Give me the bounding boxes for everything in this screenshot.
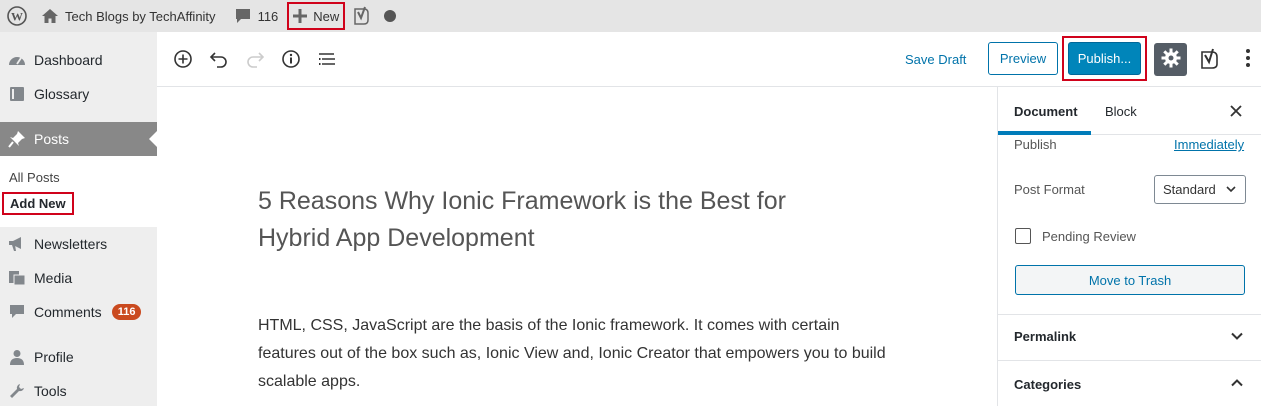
publish-date-link[interactable]: Immediately	[1174, 137, 1244, 152]
megaphone-icon	[8, 235, 26, 253]
admin-bar: W Tech Blogs by TechAffinity 116 New	[0, 0, 1261, 32]
sidebar-item-label: Dashboard	[34, 52, 103, 68]
preview-button[interactable]: Preview	[988, 42, 1058, 75]
tab-document[interactable]: Document	[1014, 104, 1078, 119]
home-icon	[41, 8, 59, 24]
sidebar-item-glossary[interactable]: Glossary	[0, 77, 157, 111]
user-icon	[8, 348, 26, 366]
sidebar-tabs: Document Block	[998, 87, 1261, 135]
yoast-icon	[352, 6, 370, 26]
publish-label: Publish	[1014, 137, 1057, 152]
sidebar-item-label: Media	[34, 270, 73, 286]
sidebar-item-label: Comments	[34, 304, 102, 320]
info-icon	[281, 49, 301, 72]
pending-review-label: Pending Review	[1042, 229, 1136, 244]
post-format-label: Post Format	[1014, 182, 1085, 197]
wordpress-logo-icon: W	[7, 6, 27, 26]
status-dot-icon	[384, 10, 397, 22]
posts-submenu: All Posts Add New	[0, 156, 157, 227]
plus-circle-icon	[173, 49, 193, 72]
editor-toolbar: Save Draft Preview Publish...	[157, 32, 1261, 87]
book-icon	[8, 85, 26, 103]
sidebar-item-label: Posts	[34, 131, 70, 147]
list-outline-icon	[318, 51, 336, 70]
post-format-value: Standard	[1163, 182, 1216, 197]
media-icon	[8, 269, 26, 287]
vertical-ellipsis-icon	[1245, 48, 1251, 71]
save-draft-button[interactable]: Save Draft	[905, 52, 966, 67]
pending-review-checkbox[interactable]	[1015, 228, 1031, 244]
settings-sidebar: Document Block Publish Immediately Post …	[997, 87, 1261, 406]
gear-icon	[1161, 48, 1181, 71]
comment-icon	[8, 303, 26, 321]
submenu-add-new[interactable]: Add New	[2, 192, 74, 215]
more-tools-button[interactable]	[1240, 46, 1256, 72]
svg-text:W: W	[11, 10, 23, 24]
sidebar-item-media[interactable]: Media	[0, 261, 157, 295]
content-info-button[interactable]	[280, 49, 302, 71]
chevron-down-icon	[1225, 183, 1237, 198]
chevron-up-icon[interactable]	[1230, 376, 1244, 393]
seo-status-indicator[interactable]	[377, 0, 403, 32]
redo-icon	[245, 50, 265, 71]
dashboard-icon	[8, 51, 26, 69]
new-content-button[interactable]: New	[287, 2, 346, 30]
plus-icon	[293, 9, 308, 23]
close-sidebar-button[interactable]	[1230, 102, 1242, 122]
sidebar-item-tools[interactable]: Tools	[0, 374, 157, 406]
sidebar-item-dashboard[interactable]: Dashboard	[0, 43, 157, 77]
block-navigation-button[interactable]	[316, 49, 338, 71]
categories-panel-toggle[interactable]: Categories	[1014, 377, 1081, 392]
yoast-icon	[1198, 48, 1220, 73]
comments-link[interactable]: 116	[227, 0, 286, 32]
new-label: New	[313, 8, 340, 24]
wordpress-logo-button[interactable]: W	[0, 0, 34, 32]
sidebar-item-comments[interactable]: Comments 116	[0, 295, 157, 329]
paragraph-block[interactable]: HTML, CSS, JavaScript are the basis of t…	[258, 312, 898, 396]
publish-button[interactable]: Publish...	[1068, 42, 1141, 75]
undo-button[interactable]	[208, 49, 230, 71]
comments-badge: 116	[111, 304, 142, 320]
add-block-button[interactable]	[172, 49, 194, 71]
wrench-icon	[8, 382, 26, 400]
site-name: Tech Blogs by TechAffinity	[65, 8, 216, 24]
comments-count: 116	[257, 8, 279, 24]
section-divider	[998, 314, 1261, 315]
post-format-select[interactable]: Standard	[1154, 175, 1246, 204]
undo-icon	[209, 50, 229, 71]
site-name-link[interactable]: Tech Blogs by TechAffinity	[34, 0, 223, 32]
sidebar-item-label: Tools	[34, 383, 67, 399]
pin-icon	[8, 130, 26, 148]
admin-sidebar: Dashboard Glossary Posts All Posts Add N…	[0, 32, 157, 406]
section-divider	[998, 360, 1261, 361]
permalink-panel-toggle[interactable]: Permalink	[1014, 329, 1076, 344]
tab-block[interactable]: Block	[1105, 104, 1137, 119]
settings-button[interactable]	[1154, 43, 1187, 76]
sidebar-item-label: Glossary	[34, 86, 90, 102]
sidebar-item-label: Newsletters	[34, 236, 108, 252]
close-icon	[1230, 105, 1242, 117]
publish-highlight: Publish...	[1062, 36, 1147, 81]
yoast-adminbar-button[interactable]	[345, 0, 377, 32]
yoast-seo-button[interactable]	[1197, 48, 1221, 72]
move-to-trash-button[interactable]: Move to Trash	[1015, 265, 1245, 295]
post-title-input[interactable]: 5 Reasons Why Ionic Framework is the Bes…	[258, 183, 858, 257]
editor-canvas: 5 Reasons Why Ionic Framework is the Bes…	[157, 87, 997, 406]
sidebar-item-label: Profile	[34, 349, 74, 365]
active-tab-indicator	[998, 131, 1091, 135]
redo-button[interactable]	[244, 49, 266, 71]
chevron-down-icon[interactable]	[1230, 329, 1244, 346]
sidebar-item-posts[interactable]: Posts	[0, 122, 157, 156]
comment-bubble-icon	[234, 8, 252, 24]
sidebar-item-profile[interactable]: Profile	[0, 340, 157, 374]
sidebar-item-newsletters[interactable]: Newsletters	[0, 227, 157, 261]
submenu-all-posts[interactable]: All Posts	[9, 170, 60, 185]
